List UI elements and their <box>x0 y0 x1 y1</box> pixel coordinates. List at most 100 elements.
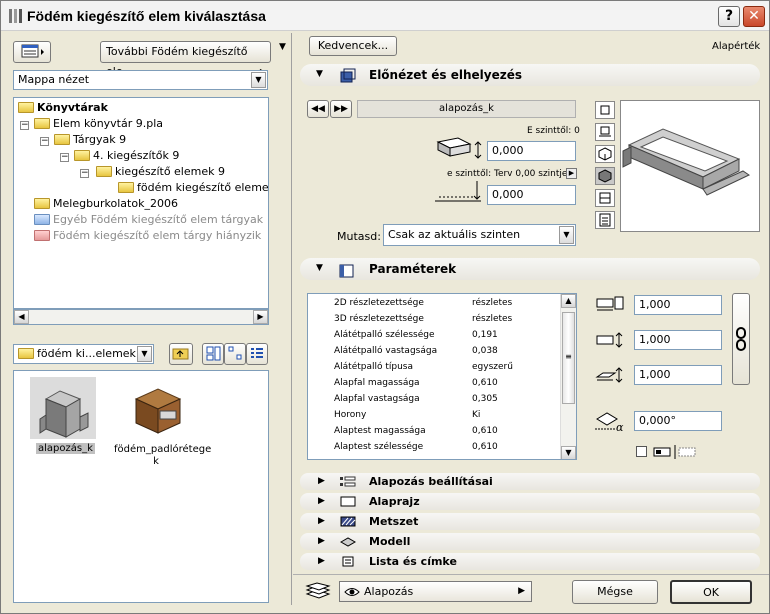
floor-layer-thumbnail-image[interactable] <box>128 385 184 437</box>
param-row[interactable]: Alapfal magassága 0,610 <box>308 375 560 391</box>
favorites-button[interactable]: Kedvencek... <box>309 36 397 56</box>
tree-node[interactable]: kiegészítő elemek 9 <box>96 164 225 180</box>
section-label: Alapozás beállításai <box>369 475 493 488</box>
view-3d-wire-button[interactable] <box>595 145 615 163</box>
param-row[interactable]: Alátétpalló típusa egyszerű <box>308 359 560 375</box>
parameters-list[interactable]: 2D részletezettsége részletes 3D részlete… <box>307 293 577 460</box>
next-element-button[interactable]: ▶▶ <box>330 100 352 118</box>
folder-tree[interactable]: Könyvtárak − Elem könyvtár 9.pla − Tárgy… <box>13 97 269 309</box>
arrow-up-icon[interactable]: ▲ <box>561 294 576 308</box>
cancel-button[interactable]: Mégse <box>572 580 658 604</box>
section-listing-labels[interactable]: ▶ Lista és címke <box>300 553 760 570</box>
folder-icon <box>74 149 90 161</box>
folder-icon <box>18 101 34 113</box>
collapsed-triangle-icon: ▶ <box>318 496 325 506</box>
layer-dropdown[interactable]: Alapozás ▶ <box>339 581 532 602</box>
collapse-icon[interactable]: − <box>80 169 89 178</box>
small-icons-view-button[interactable] <box>224 343 246 365</box>
section-section[interactable]: ▶ Metszet <box>300 513 760 530</box>
height-z-icon <box>595 367 623 383</box>
section-icon <box>599 126 611 137</box>
param-row[interactable]: Alátétpalló vastagsága 0,038 <box>308 343 560 359</box>
width-x-icon <box>596 296 624 311</box>
tree-node[interactable]: Melegburkolatok_2006 <box>34 196 178 212</box>
top-offset-input[interactable]: 0,000 <box>487 141 576 161</box>
parameters-icon <box>339 264 354 278</box>
view-list-button[interactable] <box>595 211 615 229</box>
width-y-icon <box>596 332 623 348</box>
help-button[interactable]: ? <box>718 6 740 27</box>
list-view-icon <box>21 44 44 58</box>
param-row[interactable]: 3D részletezettsége részletes <box>308 311 560 327</box>
thumbnail-label[interactable]: födém_padlórétege k <box>114 444 211 468</box>
collapsed-triangle-icon: ▶ <box>318 536 325 546</box>
param-row[interactable]: Alátétpalló szélessége 0,191 <box>308 327 560 343</box>
param-row[interactable]: Alapfal vastagsága 0,305 <box>308 391 560 407</box>
param-name: Alapfal vastagsága <box>334 394 420 404</box>
footing-thumbnail-image[interactable] <box>36 379 92 441</box>
close-button[interactable]: ✕ <box>743 6 765 27</box>
param-row[interactable]: Alaptest szélessége 0,610 <box>308 439 560 455</box>
expanded-triangle-icon: ▼ <box>316 69 323 79</box>
tree-node[interactable]: Födém kiegészítő elem tárgy hiányzik <box>34 228 261 244</box>
tree-node[interactable]: Tárgyak 9 <box>54 132 126 148</box>
folder-path-dropdown[interactable]: födém ki...elemek 9 ▼ <box>13 344 154 364</box>
tree-node[interactable]: Egyéb Födém kiegészítő elem tárgyak <box>34 212 263 228</box>
previous-element-button[interactable]: ◀◀ <box>307 100 329 118</box>
large-icons-view-button[interactable] <box>202 343 224 365</box>
more-elements-button[interactable]: További Födém kiegészítő ele... ▶ <box>100 41 271 78</box>
view-mode-dropdown[interactable]: Mappa nézet ▼ <box>13 70 268 90</box>
size-z-input[interactable]: 1,000 <box>634 365 722 385</box>
collapse-icon[interactable]: − <box>20 121 29 130</box>
param-row[interactable]: 2D részletezettsége részletes <box>308 295 560 311</box>
arrow-right-icon[interactable]: ▶ <box>253 310 268 324</box>
floor-plan-icon <box>340 496 356 507</box>
chain-lock-button[interactable] <box>732 293 750 385</box>
element-thumbnail-list[interactable]: alapozás_k födém_padlórétege k <box>13 370 269 603</box>
param-row[interactable]: Horony Ki <box>308 407 560 423</box>
tree-horizontal-scrollbar[interactable]: ◀ ▶ <box>13 309 269 325</box>
thumbnail-label[interactable]: alapozás_k <box>36 443 95 454</box>
view-2d-button[interactable] <box>595 101 615 119</box>
section-foundation-settings[interactable]: ▶ Alapozás beállításai <box>300 473 760 490</box>
show-on-label: Mutasd: <box>337 230 381 243</box>
scroll-thumb[interactable]: ≡ <box>562 312 575 404</box>
tree-node-label: Elem könyvtár 9.pla <box>53 117 164 130</box>
param-row[interactable]: Alaptest magassága 0,610 <box>308 423 560 439</box>
parameters-section-header[interactable]: ▼ Paraméterek <box>300 258 760 280</box>
size-y-input[interactable]: 1,000 <box>634 330 722 350</box>
arrow-down-icon[interactable]: ▼ <box>561 446 576 459</box>
details-view-button[interactable] <box>246 343 268 365</box>
folder-up-button[interactable] <box>169 343 193 365</box>
tree-node[interactable]: födém kiegészítő elemek 9 <box>118 180 268 196</box>
parameters-scrollbar[interactable]: ▲ ≡ ▼ <box>560 294 576 459</box>
title-bar: Födém kiegészítő elem kiválasztása ? ✕ <box>1 1 769 31</box>
tree-node[interactable]: 4. kiegészítők 9 <box>74 148 179 164</box>
arrow-left-icon[interactable]: ◀ <box>14 310 29 324</box>
parameters-section-title: Paraméterek <box>369 262 457 276</box>
story-select-button[interactable]: ▶ <box>566 168 577 179</box>
panel-collapse-icon[interactable]: ▼ <box>279 42 286 52</box>
layers-icon <box>305 582 331 599</box>
section-floor-plan[interactable]: ▶ Alaprajz <box>300 493 760 510</box>
ok-button[interactable]: OK <box>670 580 752 604</box>
collapse-icon[interactable]: − <box>40 137 49 146</box>
view-elevation-button[interactable] <box>595 189 615 207</box>
tree-node[interactable]: Könyvtárak <box>18 100 108 116</box>
collapse-icon[interactable]: − <box>60 153 69 162</box>
folder-icon <box>34 213 50 225</box>
tree-node[interactable]: Elem könyvtár 9.pla <box>34 116 163 132</box>
rotation-angle-input[interactable]: 0,000° <box>634 411 722 431</box>
view-section-button[interactable] <box>595 123 615 141</box>
bottom-offset-input[interactable]: 0,000 <box>487 185 576 205</box>
param-value: 0,305 <box>472 394 498 404</box>
preview-section-header[interactable]: ▼ Előnézet és elhelyezés <box>300 64 760 86</box>
show-on-stories-dropdown[interactable]: Csak az aktuális szinten ▼ <box>383 224 576 246</box>
mirror-checkbox[interactable] <box>636 446 647 457</box>
param-value: részletes <box>472 298 513 308</box>
size-x-input[interactable]: 1,000 <box>634 295 722 315</box>
large-icons-icon <box>206 346 221 361</box>
section-model[interactable]: ▶ Modell <box>300 533 760 550</box>
list-view-button[interactable] <box>13 41 51 63</box>
view-3d-shaded-button[interactable] <box>595 167 615 185</box>
